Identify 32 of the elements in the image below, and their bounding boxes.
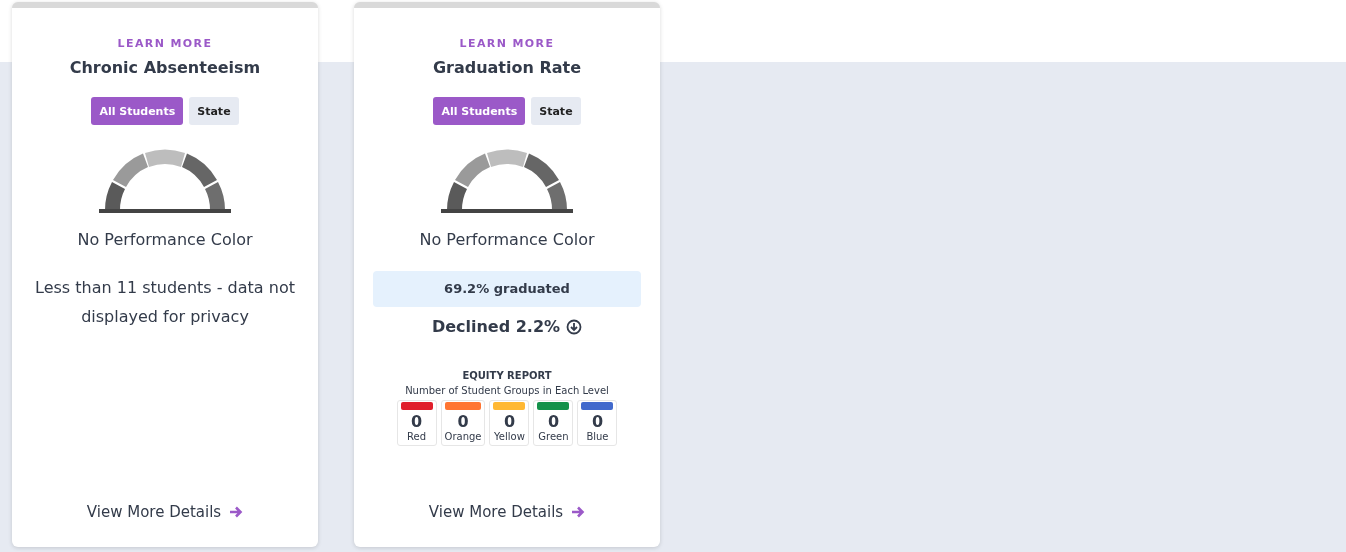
arrow-right-icon: [571, 505, 586, 519]
view-details-link[interactable]: View More Details: [428, 503, 586, 521]
down-arrow-circle-icon: [566, 318, 583, 335]
filter-toggle[interactable]: State: [189, 97, 239, 125]
level-label: Orange: [444, 431, 482, 442]
level-count: 0: [591, 412, 604, 431]
gauge-icon: [99, 149, 231, 213]
arrow-right-icon: [229, 505, 244, 519]
filter-toggle[interactable]: All Students: [433, 97, 526, 125]
gauge-icon: [441, 149, 573, 213]
filter-toggle[interactable]: State: [531, 97, 581, 125]
level-label: Red: [407, 431, 426, 442]
learn-more-link[interactable]: LEARN MORE: [117, 37, 213, 50]
privacy-note: Less than 11 students - data not displayed for privacy: [35, 277, 295, 328]
learn-more-link[interactable]: LEARN MORE: [459, 37, 555, 50]
equity-title: EQUITY REPORT: [462, 370, 552, 381]
level-count: 0: [457, 412, 469, 431]
change-text: Declined 2.2%: [431, 317, 561, 336]
level-label: Blue: [586, 431, 609, 442]
performance-status: No Performance Color: [77, 230, 253, 249]
performance-status: No Performance Color: [419, 230, 595, 249]
filter-toggle[interactable]: All Students: [91, 97, 184, 125]
view-details-link[interactable]: View More Details: [86, 503, 244, 521]
card-title: Chronic Absenteeism: [69, 58, 261, 77]
level-count: 0: [547, 412, 560, 431]
level-count: 0: [410, 412, 423, 431]
level-count: 0: [503, 412, 516, 431]
equity-subtitle: Number of Student Groups in Each Level: [405, 385, 609, 396]
result-banner: 69.2% graduated: [373, 271, 641, 307]
level-label: Yellow: [494, 431, 525, 442]
level-label: Green: [538, 431, 569, 442]
card-title: Graduation Rate: [432, 58, 582, 77]
